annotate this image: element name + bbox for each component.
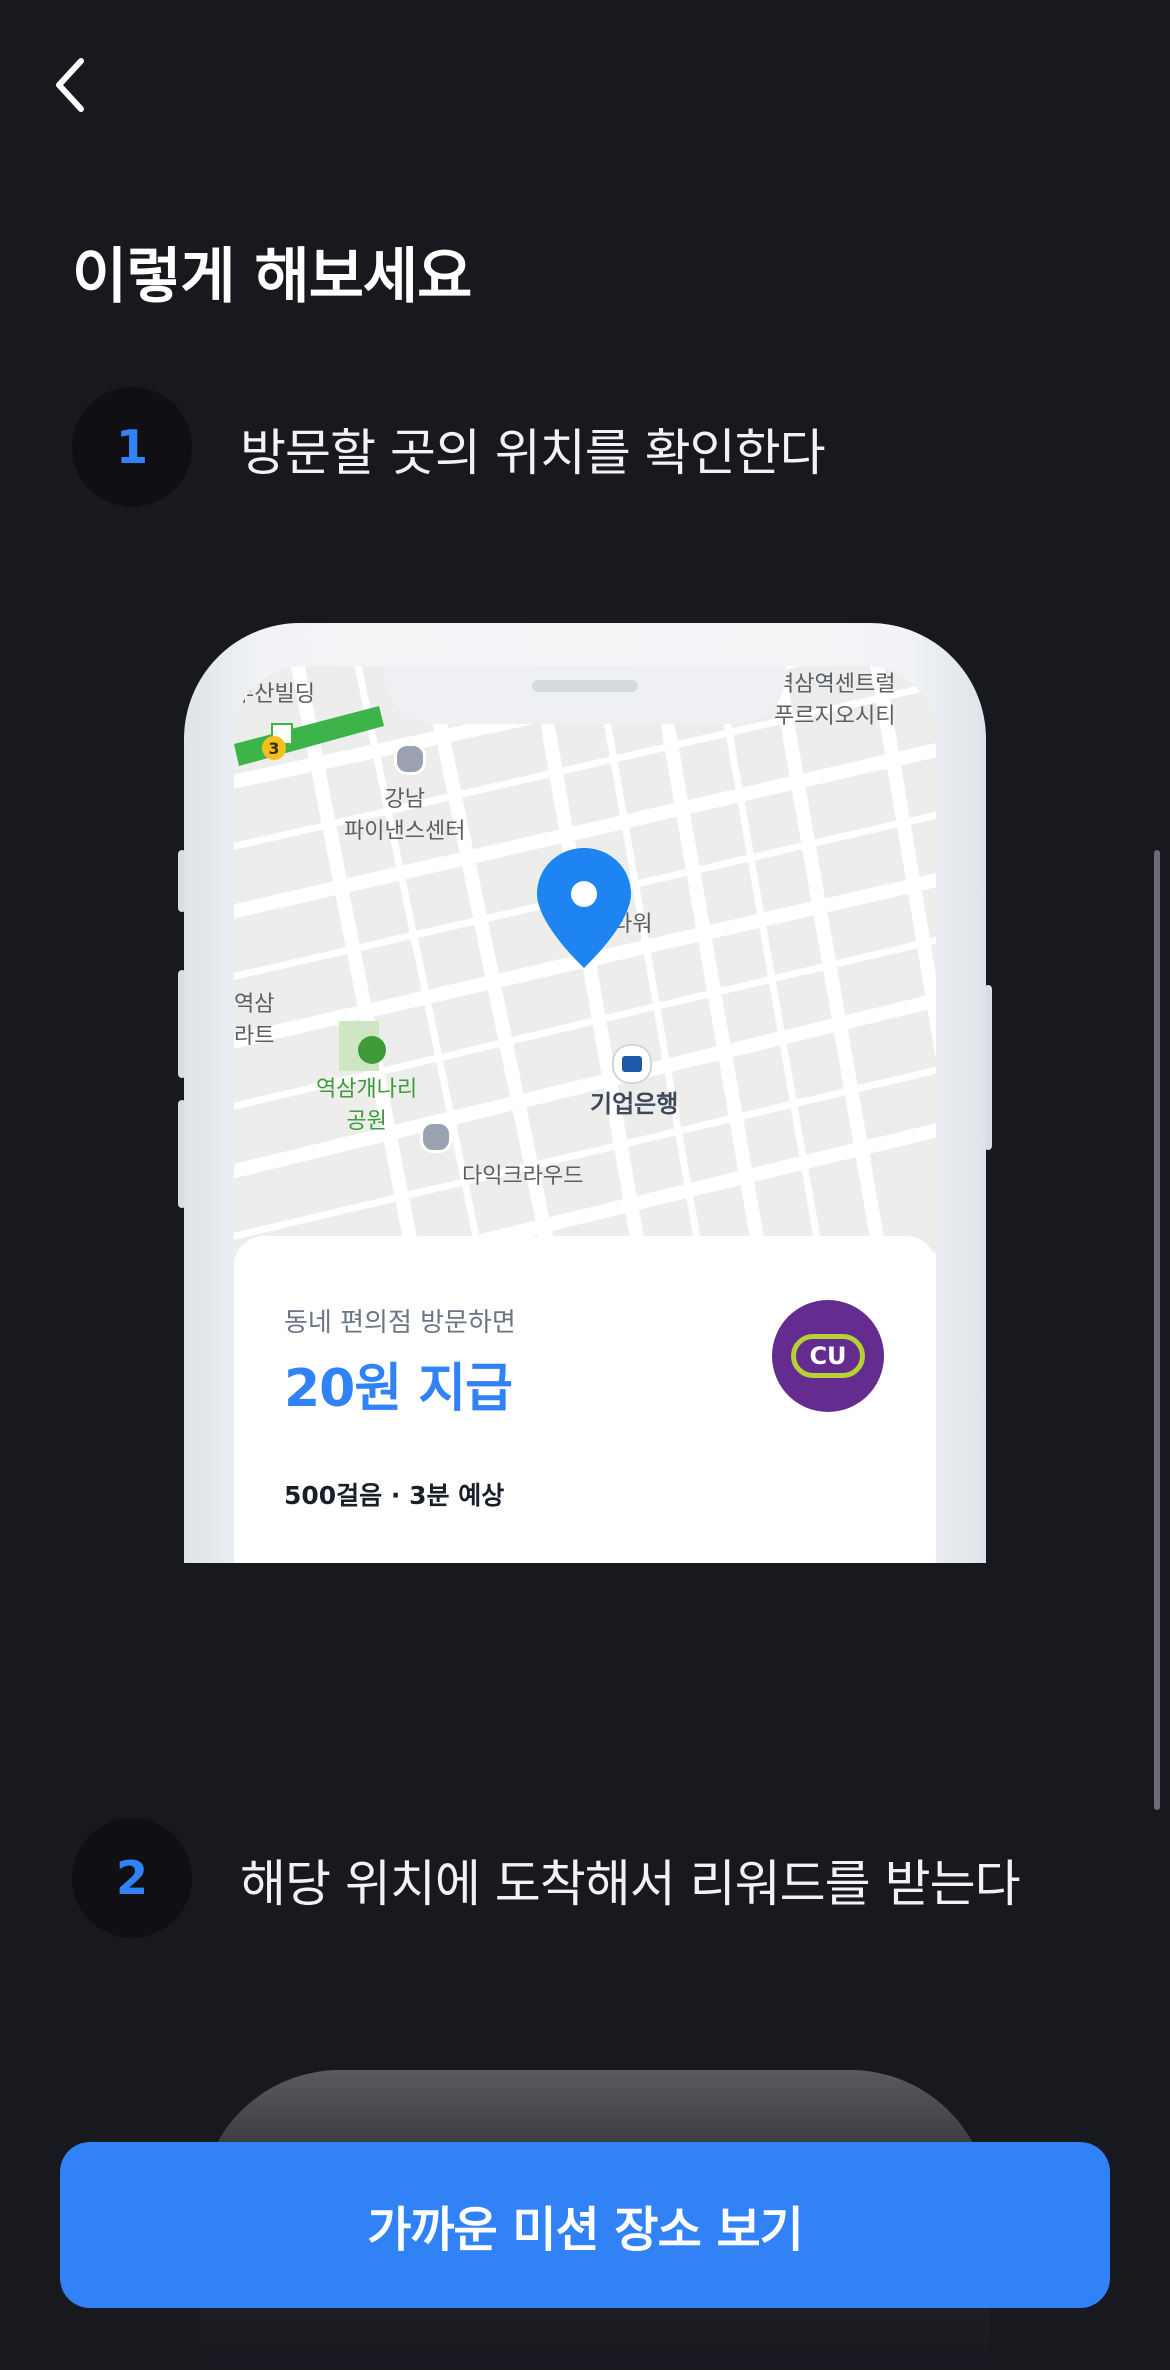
phone-speaker <box>532 680 638 692</box>
mission-meta: 500걸음 · 3분 예상 <box>284 1481 505 1510</box>
map-label-building: 부산빌딩 <box>234 682 315 707</box>
subway-station-badge: 3 <box>262 736 286 760</box>
step-2-text: 해당 위치에 도착해서 리워드를 받는다 <box>240 1855 1021 1913</box>
mission-card: 동네 편의점 방문하면 20원 지급 500걸음 · 3분 예상 CU <box>234 1236 936 1563</box>
map-label-cloud: 다익크라우드 <box>462 1164 584 1189</box>
phone-screen: 3 부산빌딩 강남 파이낸스센터 타워 역삼 라트 역삼개나리 공원 기업은행 … <box>234 666 936 1563</box>
map-label-finance-center: 강남 파이낸스센터 <box>344 787 466 844</box>
building-icon <box>420 1121 452 1153</box>
building-icon <box>394 743 426 775</box>
map-pin-icon <box>537 848 631 968</box>
map-label-left-area: 역삼 라트 <box>234 992 275 1049</box>
map-label-park: 역삼개나리 공원 <box>316 1077 418 1134</box>
cu-logo-text: CU <box>791 1334 865 1378</box>
step-1-badge: 1 <box>72 387 192 507</box>
scrollbar[interactable] <box>1154 850 1160 1810</box>
mission-subtitle: 동네 편의점 방문하면 <box>284 1308 516 1338</box>
phone-notch <box>384 666 786 724</box>
phone-mockup: 3 부산빌딩 강남 파이낸스센터 타워 역삼 라트 역삼개나리 공원 기업은행 … <box>184 623 986 1563</box>
page-title: 이렇게 해보세요 <box>72 242 472 312</box>
step-1-text: 방문할 곳의 위치를 확인한다 <box>240 424 826 482</box>
park-icon <box>358 1036 386 1064</box>
map-label-top-right: 역삼역센트럴 푸르지오시티 <box>774 672 896 729</box>
back-button[interactable] <box>40 50 100 120</box>
map-label-bank: 기업은행 <box>590 1090 679 1118</box>
step-2-badge: 2 <box>72 1818 192 1938</box>
mission-reward: 20원 지급 <box>284 1359 513 1419</box>
bank-icon <box>612 1044 652 1084</box>
cu-logo: CU <box>772 1300 884 1412</box>
chevron-left-icon <box>56 58 84 112</box>
view-nearby-missions-button[interactable]: 가까운 미션 장소 보기 <box>60 2142 1110 2308</box>
